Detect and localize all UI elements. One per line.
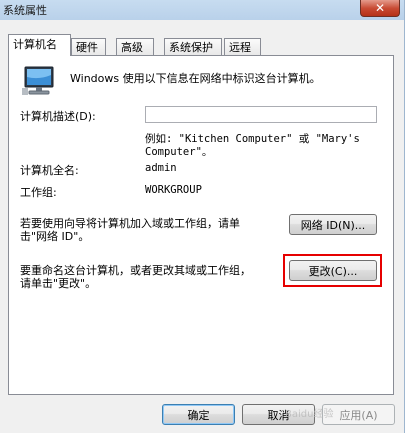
description-input[interactable]	[145, 106, 377, 123]
close-button[interactable]: ✕	[360, 0, 400, 17]
workgroup-label: 工作组:	[20, 186, 57, 199]
rename-text-line2: 请单击"更改"。	[20, 277, 97, 290]
fullname-label: 计算机全名:	[20, 164, 79, 177]
tab-remote[interactable]: 远程	[224, 38, 261, 55]
title-bar[interactable]: 系统属性 ✕	[0, 0, 404, 20]
highlight-box	[283, 254, 382, 287]
tab-hardware[interactable]: 硬件	[71, 38, 106, 55]
example-text-line2: Computer"。	[145, 146, 213, 158]
description-label: 计算机描述(D):	[20, 110, 96, 123]
tab-system-protection[interactable]: 系统保护	[164, 38, 222, 55]
fullname-value: admin	[145, 162, 177, 174]
network-id-button[interactable]: 网络 ID(N)...	[289, 214, 377, 235]
tab-computer-name[interactable]: 计算机名	[8, 34, 71, 56]
window-title: 系统属性	[3, 4, 47, 17]
close-icon: ✕	[374, 0, 386, 15]
ok-button[interactable]: 确定	[162, 404, 235, 425]
tab-advanced[interactable]: 高级	[116, 38, 154, 55]
computer-icon	[22, 66, 54, 95]
intro-text: Windows 使用以下信息在网络中标识这台计算机。	[70, 72, 321, 85]
workgroup-value: WORKGROUP	[145, 184, 202, 196]
watermark-text: Baidu经验	[285, 409, 334, 420]
wizard-text-line2: 击"网络 ID"。	[20, 230, 90, 243]
system-properties-window: 系统属性 ✕ 计算机名 硬件 高级 系统保护 远程 Windows 使用以下信息…	[0, 0, 405, 433]
